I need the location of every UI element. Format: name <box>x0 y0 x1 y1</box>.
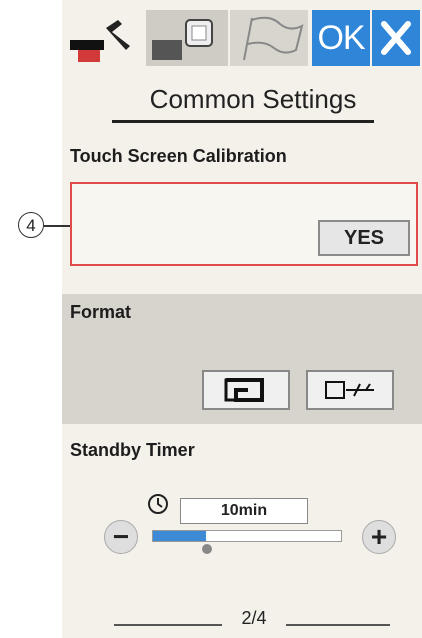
timer-increase-button[interactable]: + <box>362 520 396 554</box>
standby-timer-label: Standby Timer <box>70 440 195 460</box>
page-indicator: 2/4 <box>241 608 267 628</box>
tab-language-settings[interactable] <box>230 10 308 66</box>
embroidery-icon <box>152 19 213 60</box>
page-title: Common Settings <box>149 84 357 114</box>
usb-icon <box>325 381 374 399</box>
tab-machine-settings[interactable] <box>66 10 144 66</box>
close-icon <box>381 21 411 55</box>
standby-timer-value: 10min <box>180 498 308 524</box>
close-button[interactable] <box>372 10 420 66</box>
format-usb-button[interactable] <box>306 370 394 410</box>
callout-line <box>44 225 70 227</box>
format-machine-button[interactable] <box>202 370 290 410</box>
ok-button[interactable]: OK <box>312 10 370 66</box>
flag-icon <box>243 16 304 61</box>
callout-number: 4 <box>18 212 44 238</box>
title-underline <box>112 120 374 123</box>
page-rule-left <box>114 624 222 626</box>
machine-memory-icon <box>224 378 264 402</box>
machine-wrench-icon <box>70 20 130 62</box>
timer-slider-fill <box>153 531 206 541</box>
clock-icon <box>146 492 170 521</box>
tab-embroidery-settings[interactable] <box>146 10 228 66</box>
format-label: Format <box>70 302 132 322</box>
calibration-yes-button[interactable]: YES <box>318 220 410 256</box>
page-rule-right <box>286 624 390 626</box>
timer-slider-knob[interactable] <box>202 544 212 554</box>
touch-calibration-label: Touch Screen Calibration <box>70 146 287 166</box>
timer-slider[interactable] <box>152 530 342 542</box>
timer-decrease-button[interactable]: − <box>104 520 138 554</box>
